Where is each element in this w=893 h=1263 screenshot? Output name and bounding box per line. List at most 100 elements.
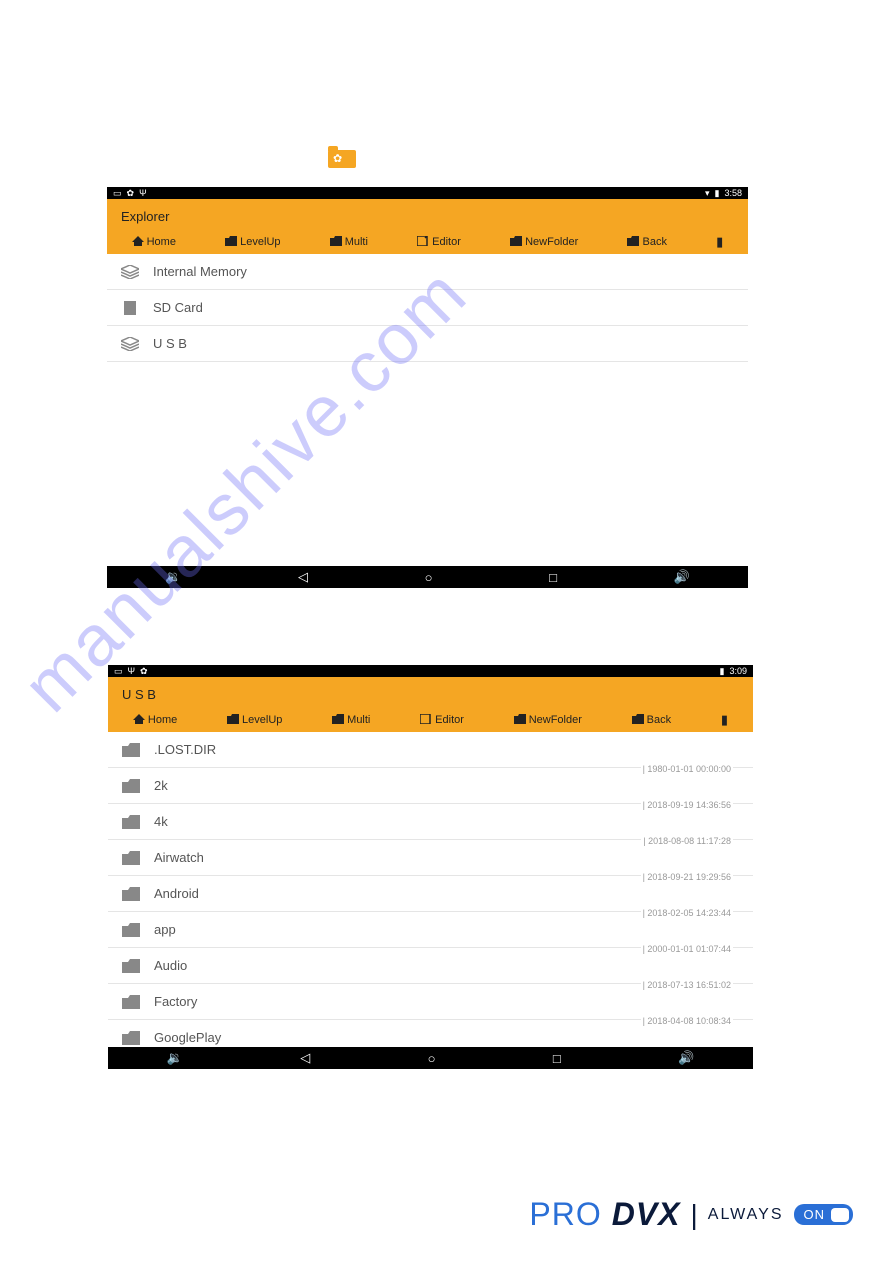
logo-dvx: DVX	[612, 1196, 681, 1233]
android-nav-bar: 🔉 ◁ ○ □ 🔊	[107, 566, 748, 588]
newfolder-label: NewFolder	[529, 714, 582, 726]
card-icon: ▭	[114, 666, 123, 677]
back-nav-icon[interactable]: ◁	[298, 569, 308, 585]
levelup-label: LevelUp	[240, 236, 280, 248]
folder-up-icon	[227, 714, 239, 727]
gear-icon: ✿	[333, 152, 342, 165]
sdcard-icon	[121, 301, 139, 315]
file-label: Audio	[154, 958, 187, 973]
storage-label: U S B	[153, 336, 187, 351]
gear-small-icon: ✿	[140, 666, 148, 677]
toolbar: Home LevelUp Multi Editor NewFolder Back	[107, 230, 748, 256]
card-icon: ▭	[113, 188, 122, 199]
more-button[interactable]: ▮	[721, 712, 728, 728]
multi-button[interactable]: Multi	[332, 714, 370, 727]
volume-down-icon[interactable]: 🔉	[167, 1050, 183, 1066]
back-label: Back	[647, 714, 671, 726]
logo-pro: PRO	[529, 1196, 601, 1233]
list-item[interactable]: Airwatch | 2018-09-21 19:29:56	[108, 840, 753, 876]
storage-label: SD Card	[153, 300, 203, 315]
folder-back-icon	[632, 714, 644, 727]
folder-multi-icon	[330, 236, 342, 249]
app-header: U S B Home LevelUp Multi Editor NewFolde…	[108, 677, 753, 732]
file-list[interactable]: .LOST.DIR | 1980-01-01 00:00:00 2k | 201…	[108, 732, 753, 1047]
back-button[interactable]: Back	[632, 714, 671, 727]
list-item[interactable]: SD Card	[107, 290, 748, 326]
folder-plus-icon	[514, 714, 526, 727]
editor-button[interactable]: Editor	[420, 714, 464, 727]
folder-icon	[122, 779, 140, 793]
logo-always: ALWAYS	[708, 1206, 784, 1224]
newfolder-button[interactable]: NewFolder	[510, 236, 578, 249]
status-bar: ▭ ✿ Ψ ▾ ▮ 3:58	[107, 187, 748, 199]
file-label: Factory	[154, 994, 197, 1009]
recent-nav-icon[interactable]: □	[549, 570, 557, 585]
list-item[interactable]: Android | 2018-02-05 14:23:44	[108, 876, 753, 912]
back-label: Back	[642, 236, 666, 248]
page-title: U S B	[108, 677, 753, 708]
toggle-knob	[831, 1208, 849, 1222]
recent-nav-icon[interactable]: □	[553, 1051, 561, 1066]
page-title: Explorer	[107, 199, 748, 230]
editor-label: Editor	[432, 236, 461, 248]
newfolder-button[interactable]: NewFolder	[514, 714, 582, 727]
multi-label: Multi	[347, 714, 370, 726]
folder-icon	[122, 743, 140, 757]
multi-label: Multi	[345, 236, 368, 248]
list-item[interactable]: Internal Memory	[107, 254, 748, 290]
status-bar: ▭ Ψ ✿ ▮ 3:09	[108, 665, 753, 677]
folder-back-icon	[627, 236, 639, 249]
layers-icon	[121, 337, 139, 351]
home-nav-icon[interactable]: ○	[428, 1051, 436, 1066]
home-button[interactable]: Home	[132, 236, 176, 249]
volume-down-icon[interactable]: 🔉	[165, 569, 181, 585]
list-item[interactable]: 2k | 2018-09-19 14:36:56	[108, 768, 753, 804]
android-nav-bar: 🔉 ◁ ○ □ 🔊	[108, 1047, 753, 1069]
list-item[interactable]: GooglePlay	[108, 1020, 753, 1047]
edit-icon	[417, 236, 429, 249]
folder-icon	[122, 815, 140, 829]
home-nav-icon[interactable]: ○	[425, 570, 433, 585]
multi-button[interactable]: Multi	[330, 236, 368, 249]
more-icon: ▮	[716, 234, 723, 250]
folder-icon	[122, 1031, 140, 1045]
editor-button[interactable]: Editor	[417, 236, 461, 249]
levelup-button[interactable]: LevelUp	[227, 714, 282, 727]
home-label: Home	[147, 236, 176, 248]
separator: |	[691, 1199, 698, 1231]
app-header: Explorer Home LevelUp Multi Editor NewFo…	[107, 199, 748, 254]
levelup-button[interactable]: LevelUp	[225, 236, 280, 249]
folder-icon	[122, 887, 140, 901]
more-button[interactable]: ▮	[716, 234, 723, 250]
toolbar: Home LevelUp Multi Editor NewFolder Back	[108, 708, 753, 734]
usb-icon: Ψ	[139, 188, 147, 198]
on-toggle: ON	[794, 1204, 854, 1225]
list-item[interactable]: U S B	[107, 326, 748, 362]
home-icon	[133, 714, 145, 727]
storage-list: Internal Memory SD Card U S B	[107, 254, 748, 362]
file-label: Android	[154, 886, 199, 901]
folder-up-icon	[225, 236, 237, 249]
list-item[interactable]: 4k | 2018-08-08 11:17:28	[108, 804, 753, 840]
levelup-label: LevelUp	[242, 714, 282, 726]
home-button[interactable]: Home	[133, 714, 177, 727]
folder-icon	[122, 923, 140, 937]
usb-icon: Ψ	[128, 666, 136, 676]
back-nav-icon[interactable]: ◁	[300, 1050, 310, 1066]
back-button[interactable]: Back	[627, 236, 666, 249]
file-label: app	[154, 922, 176, 937]
status-time: 3:09	[729, 666, 747, 676]
list-item[interactable]: app | 2000-01-01 01:07:44	[108, 912, 753, 948]
volume-up-icon[interactable]: 🔊	[678, 1050, 694, 1066]
explorer-app-icon: ✿	[328, 146, 356, 168]
file-label: .LOST.DIR	[154, 742, 216, 757]
folder-multi-icon	[332, 714, 344, 727]
folder-plus-icon	[510, 236, 522, 249]
volume-up-icon[interactable]: 🔊	[674, 569, 690, 585]
list-item[interactable]: .LOST.DIR | 1980-01-01 00:00:00	[108, 732, 753, 768]
newfolder-label: NewFolder	[525, 236, 578, 248]
home-icon	[132, 236, 144, 249]
list-item[interactable]: Audio | 2018-07-13 16:51:02	[108, 948, 753, 984]
status-time: 3:58	[724, 188, 742, 198]
list-item[interactable]: Factory | 2018-04-08 10:08:34	[108, 984, 753, 1020]
